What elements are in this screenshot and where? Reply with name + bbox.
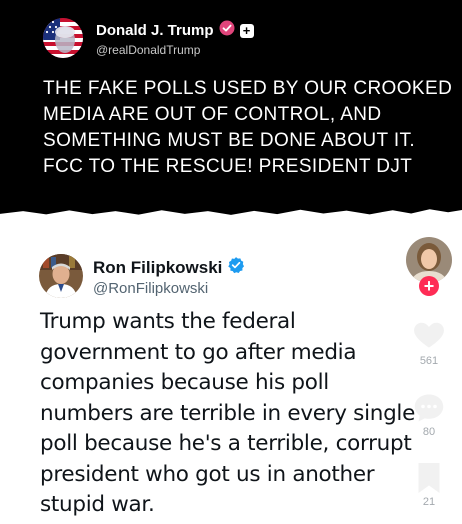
trump-avatar[interactable] — [43, 18, 83, 58]
comment-icon[interactable] — [411, 390, 447, 431]
heart-icon[interactable] — [411, 316, 447, 357]
save-count: 21 — [422, 496, 436, 508]
screenshot-frame: Donald J. Trump + @realDonaldTrump THE F… — [0, 0, 462, 524]
trump-name-row: Donald J. Trump + — [96, 20, 254, 41]
truth-post-text: THE FAKE POLLS USED BY OUR CROOKED MEDIA… — [43, 78, 453, 177]
verified-check-icon — [227, 256, 245, 279]
verified-badge-icon — [219, 20, 235, 41]
ron-handle[interactable]: @RonFilipkowski — [93, 280, 208, 297]
quoted-truth-post: Donald J. Trump + @realDonaldTrump THE F… — [0, 0, 462, 215]
trump-display-name[interactable]: Donald J. Trump — [96, 22, 214, 39]
comment-count: 80 — [422, 426, 436, 438]
ron-display-name[interactable]: Ron Filipkowski — [93, 258, 222, 278]
follow-button[interactable]: + — [419, 276, 439, 296]
tweet-text: Trump wants the federal government to go… — [40, 309, 416, 517]
ron-avatar[interactable] — [39, 254, 83, 298]
ron-name-row: Ron Filipkowski — [93, 256, 245, 279]
like-count: 561 — [419, 355, 439, 367]
bookmark-icon[interactable] — [413, 460, 445, 501]
trump-handle[interactable]: @realDonaldTrump — [96, 43, 200, 57]
plus-badge-icon: + — [239, 23, 254, 38]
